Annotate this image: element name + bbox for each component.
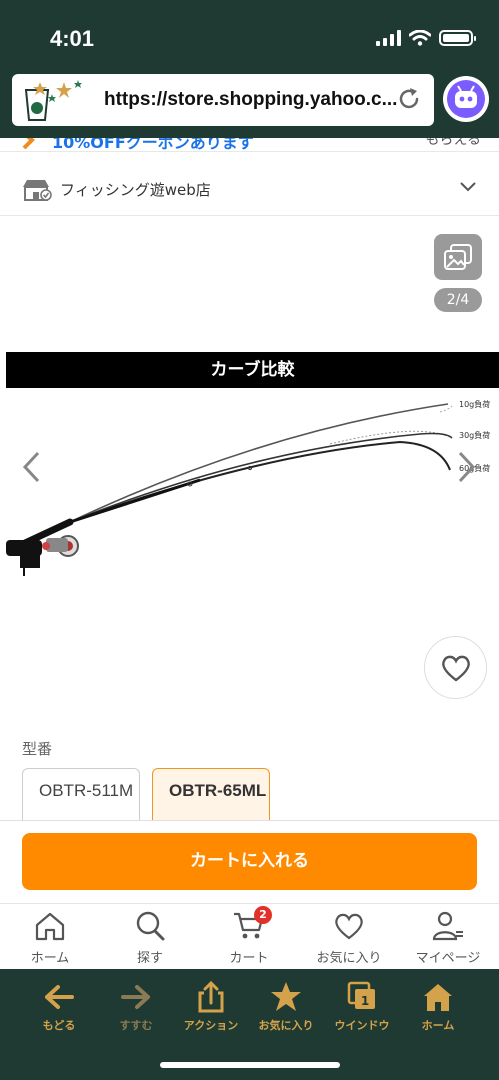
toolbar-action[interactable]: アクション: [173, 981, 249, 1041]
browser-logo-icon: [24, 80, 82, 121]
nav-label-cart: カート: [229, 951, 269, 966]
cart-icon-wrap: 2: [232, 906, 272, 942]
toolbar-label-window: ウインドウ: [334, 1019, 390, 1032]
user-icon: [432, 911, 463, 941]
gallery-icon: [444, 244, 472, 270]
model-option-2[interactable]: OBTR-65ML: [152, 768, 270, 828]
toolbar-label-back: もどる: [42, 1019, 76, 1032]
toolbar-forward[interactable]: すすむ: [98, 981, 174, 1041]
signal-icon: [376, 30, 401, 46]
model-option-1[interactable]: OBTR-511M: [22, 768, 140, 828]
url-text: https://store.shopping.yahoo.c...: [104, 89, 398, 110]
home-indicator: [160, 1062, 340, 1068]
heart-icon: [335, 913, 363, 940]
bottom-nav: ホーム 探す 2 カート お気に入り マイページ: [0, 903, 499, 969]
store-row[interactable]: フィッシング遊web店: [0, 162, 499, 216]
coupon-action[interactable]: もらえる: [425, 138, 481, 149]
product-image[interactable]: 10g負荷 30g負荷 60g負荷: [0, 392, 499, 592]
store-name[interactable]: フィッシング遊web店: [60, 179, 211, 200]
toolbar-window[interactable]: 1 ウインドウ: [324, 981, 400, 1041]
address-bar[interactable]: https://store.shopping.yahoo.c...: [12, 74, 434, 126]
coupon-icon: [22, 138, 35, 150]
nav-label-home: ホーム: [30, 951, 70, 966]
svg-text:1: 1: [361, 994, 369, 1008]
chevron-down-icon[interactable]: [459, 180, 477, 194]
back-arrow-icon: [45, 985, 74, 1009]
previous-image-arrow-icon[interactable]: [20, 450, 42, 484]
toolbar-label-action: アクション: [183, 1019, 239, 1032]
load-label-10g: 10g負荷: [459, 399, 490, 409]
window-icon: 1: [347, 981, 375, 1009]
home-icon: [424, 984, 452, 1011]
search-icon: [136, 911, 165, 941]
image-counter: 2/4: [434, 288, 482, 312]
load-label-30g: 30g負荷: [459, 430, 490, 440]
star-icon: [271, 982, 301, 1011]
home-icon: [35, 912, 65, 941]
nav-item-mypage[interactable]: マイページ: [398, 910, 498, 970]
assistant-avatar-icon[interactable]: [443, 76, 489, 122]
next-image-arrow-icon[interactable]: [456, 450, 478, 484]
toolbar-label-home: ホーム: [421, 1019, 455, 1032]
nav-label-mypage: マイページ: [415, 951, 481, 966]
nav-item-home[interactable]: ホーム: [0, 910, 100, 970]
toolbar-label-favorites: お気に入り: [258, 1019, 314, 1032]
forward-arrow-icon: [121, 985, 150, 1009]
nav-item-cart[interactable]: 2 カート: [199, 906, 299, 970]
toolbar-home[interactable]: ホーム: [400, 981, 476, 1041]
wifi-icon: [409, 30, 431, 46]
cart-count-badge: 2: [254, 906, 272, 924]
image-banner: カーブ比較: [6, 352, 499, 388]
status-bar: 4:01: [0, 0, 499, 70]
browser-bar: https://store.shopping.yahoo.c...: [0, 70, 499, 138]
favorite-button[interactable]: [424, 636, 487, 699]
coupon-banner[interactable]: 10%OFFクーポンあります もらえる: [0, 138, 499, 152]
reload-icon[interactable]: [396, 86, 422, 112]
nav-item-search[interactable]: 探す: [100, 910, 200, 970]
toolbar-back[interactable]: もどる: [21, 981, 97, 1041]
nav-label-search: 探す: [136, 951, 163, 966]
image-gallery-button[interactable]: [434, 234, 482, 280]
heart-icon: [441, 655, 470, 682]
toolbar-favorites[interactable]: お気に入り: [248, 981, 324, 1041]
battery-icon: [439, 30, 476, 46]
model-label: 型番: [22, 740, 53, 758]
status-time: 4:01: [50, 26, 95, 51]
store-icon: [23, 180, 52, 201]
share-icon: [198, 981, 224, 1013]
coupon-text: 10%OFFクーポンあります: [52, 138, 254, 152]
nav-label-favorites: お気に入り: [316, 951, 382, 966]
toolbar-label-forward: すすむ: [119, 1019, 153, 1032]
add-to-cart-button[interactable]: カートに入れる: [22, 833, 477, 890]
status-icons: [376, 30, 476, 46]
nav-item-favorites[interactable]: お気に入り: [299, 910, 399, 970]
